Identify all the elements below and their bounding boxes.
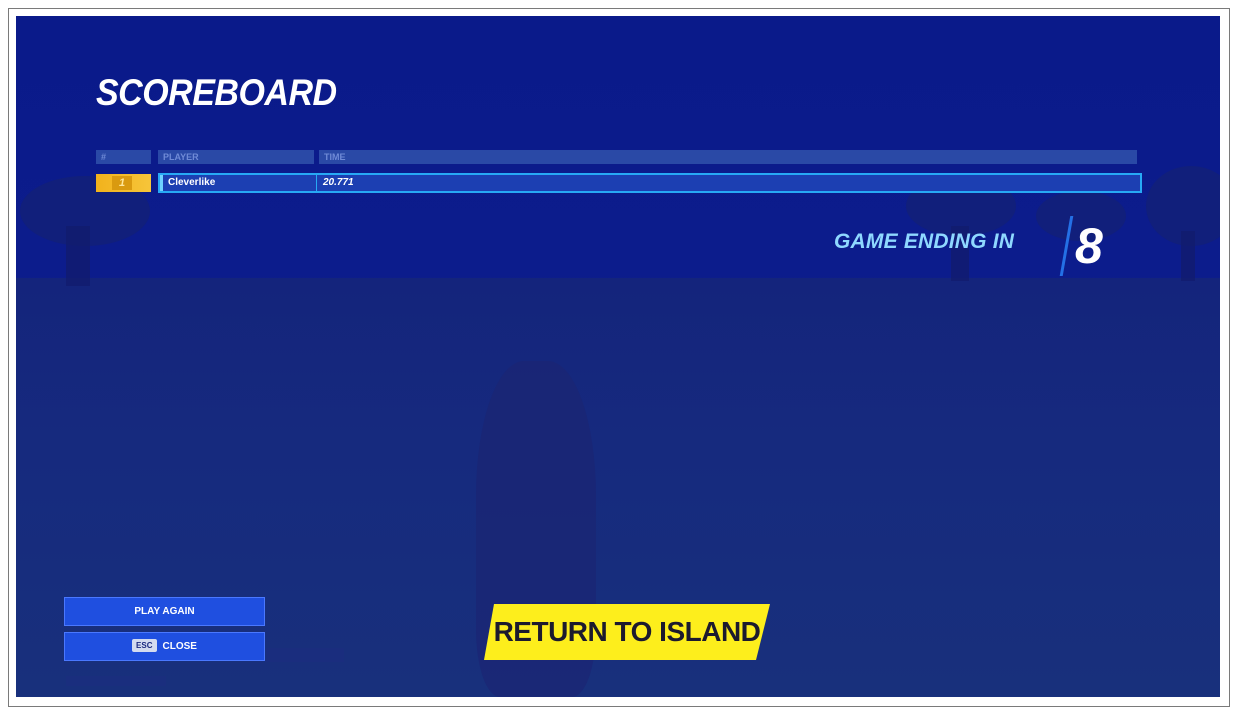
rank-badge: 1 — [96, 174, 151, 192]
play-again-button[interactable]: PLAY AGAIN — [64, 597, 265, 626]
game-ending-countdown: 8 — [1075, 218, 1103, 274]
player-row-highlight: Cleverlike 20.771 — [158, 173, 1142, 193]
esc-key-icon: ESC — [132, 639, 157, 652]
scoreboard-title: SCOREBOARD — [96, 72, 337, 114]
faded-hud-bar — [266, 648, 344, 662]
table-row: 1 Cleverlike 20.771 — [96, 173, 1142, 193]
game-ending-label: GAME ENDING IN — [834, 230, 1015, 253]
faded-hud-bar-bottom — [66, 676, 166, 686]
column-divider — [316, 175, 317, 191]
return-to-island-button[interactable]: RETURN TO ISLAND — [484, 604, 770, 660]
scoreboard-header: # PLAYER TIME — [96, 150, 1137, 164]
game-viewport: SCOREBOARD # PLAYER TIME 1 Cleverlike 20… — [16, 16, 1220, 697]
row-accent-bar — [160, 175, 163, 191]
column-header-player: PLAYER — [158, 150, 314, 164]
rank-number: 1 — [112, 176, 132, 190]
column-header-rank: # — [96, 150, 151, 164]
player-name: Cleverlike — [168, 177, 216, 188]
close-label: CLOSE — [162, 641, 197, 652]
player-time: 20.771 — [323, 177, 354, 188]
column-header-time: TIME — [319, 150, 1137, 164]
tree-right-3-trunk — [1181, 231, 1195, 281]
play-again-label: PLAY AGAIN — [134, 606, 195, 617]
return-to-island-label: RETURN TO ISLAND — [493, 616, 761, 647]
close-button[interactable]: ESC CLOSE — [64, 632, 265, 661]
tree-left-trunk — [66, 226, 90, 286]
